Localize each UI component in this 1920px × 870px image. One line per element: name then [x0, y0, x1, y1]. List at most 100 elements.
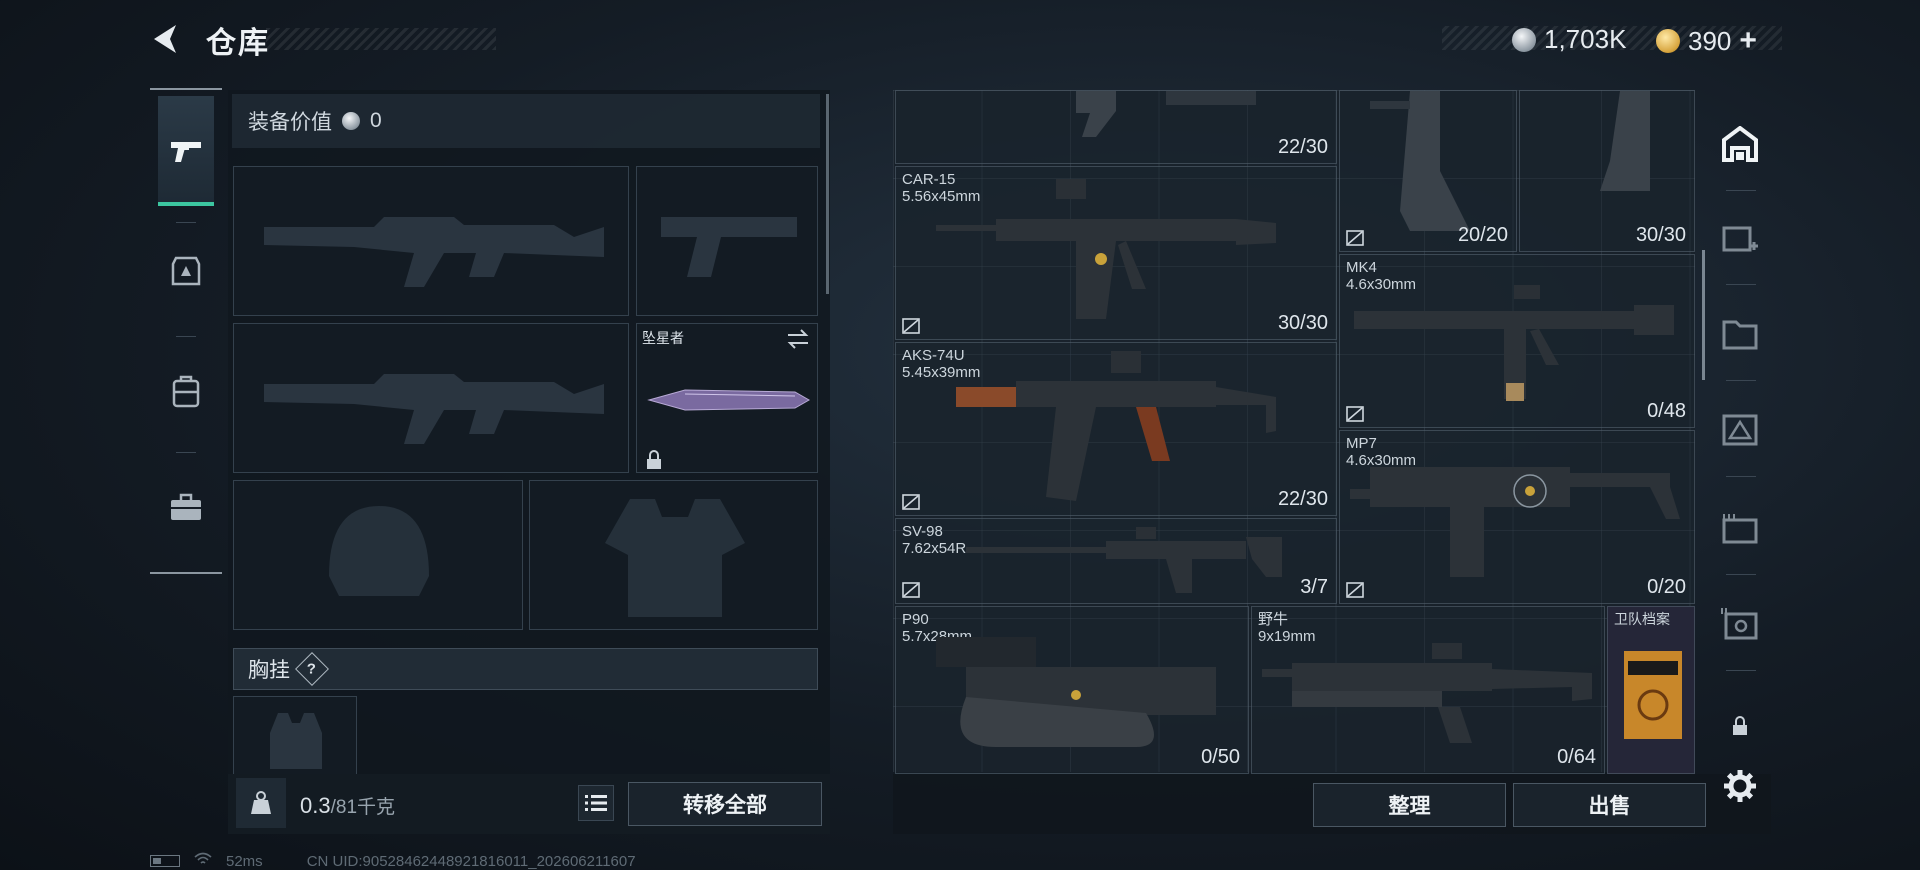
- weight-max: /81千克: [330, 797, 396, 818]
- ammo-count: 3/7: [1300, 576, 1328, 598]
- badge-icon: [902, 318, 920, 334]
- ammo-count: 0/20: [1647, 576, 1686, 598]
- loadout-scrollbar[interactable]: [826, 94, 829, 294]
- badge-icon: [902, 582, 920, 598]
- rail-top-line: [150, 88, 222, 90]
- equip-value-amount: 0: [370, 109, 382, 132]
- pistol-silhouette-icon: [661, 217, 797, 277]
- badge-icon: [1346, 406, 1364, 422]
- storage-tab-main[interactable]: [1720, 124, 1760, 164]
- item-card-dossier[interactable]: 卫队档案: [1607, 606, 1695, 774]
- melee-name: 坠星者: [642, 330, 684, 346]
- ammo-count: 22/30: [1277, 136, 1328, 158]
- dossier-image: [1624, 651, 1682, 739]
- knife-icon: [647, 389, 811, 411]
- sniper-image: [966, 527, 1282, 593]
- weapon-card-sv98[interactable]: SV-98 7.62x54R 3/7: [895, 518, 1337, 604]
- rig-silhouette-icon: [270, 713, 322, 769]
- crate-icon: [1722, 514, 1758, 544]
- ammo-count: 0/48: [1647, 400, 1686, 422]
- storage-tab-5[interactable]: [1720, 508, 1760, 548]
- chest-rig-header: 胸挂 ?: [233, 648, 818, 690]
- carbine-image: [936, 179, 1276, 319]
- transfer-all-button[interactable]: 转移全部: [628, 782, 822, 826]
- equip-value-bar: 装备价值 0: [232, 94, 820, 148]
- back-arrow-icon: [154, 25, 176, 53]
- bizon-image: [1262, 643, 1592, 743]
- weapon-card-car15[interactable]: CAR-15 5.56x45mm 30/30: [895, 166, 1337, 340]
- column-separator: [1726, 190, 1756, 191]
- folder-icon: [1722, 320, 1758, 350]
- rifle-image: [1354, 285, 1674, 401]
- weapon-image: [1076, 91, 1256, 137]
- ammo-count: 0/64: [1557, 746, 1596, 768]
- weapon-card-bizon[interactable]: 野牛 9x19mm 0/64: [1251, 606, 1605, 774]
- weapon-caliber: 7.62x54R: [902, 540, 967, 557]
- gold-currency[interactable]: 390 +: [1656, 24, 1757, 58]
- ammo-count: 20/20: [1457, 224, 1508, 246]
- player-uid: CN UID:90528462448921816011_202606211607: [306, 852, 636, 870]
- weapon-name: MP7: [1346, 435, 1377, 452]
- warehouse-icon: [1722, 126, 1758, 162]
- tab-backpack[interactable]: [150, 336, 222, 446]
- wifi-icon: [194, 852, 212, 870]
- backpack-icon: [172, 375, 200, 408]
- settings-button[interactable]: [1720, 766, 1760, 806]
- storage-tab-6[interactable]: [1720, 604, 1760, 644]
- ping: 52ms: [226, 852, 263, 870]
- weapon-card-mk4[interactable]: MK4 4.6x30mm 0/48: [1339, 254, 1695, 428]
- sell-button[interactable]: 出售: [1513, 783, 1706, 827]
- silver-amount: 1,703K: [1544, 24, 1627, 54]
- tab-armor[interactable]: [150, 216, 222, 326]
- gold-coin-icon: [1656, 29, 1680, 53]
- storage-tab-2[interactable]: [1720, 218, 1760, 258]
- vest-slot[interactable]: [529, 480, 818, 630]
- list-icon: [585, 795, 607, 811]
- back-button[interactable]: [150, 22, 184, 56]
- sort-button[interactable]: 整理: [1313, 783, 1506, 827]
- secondary-weapon-slot[interactable]: [233, 323, 629, 473]
- storage-tab-4[interactable]: [1720, 410, 1760, 450]
- weapon-name: 野牛: [1258, 611, 1289, 628]
- rifle-silhouette-icon: [264, 217, 604, 287]
- swap-icon[interactable]: [786, 328, 810, 350]
- list-view-button[interactable]: [578, 785, 614, 821]
- aks74u-image: [956, 351, 1276, 501]
- pistol-icon: [171, 142, 201, 162]
- status-line: 52ms CN UID:90528462448921816011_2026062…: [150, 852, 636, 870]
- storage-tab-3[interactable]: [1720, 314, 1760, 354]
- help-icon[interactable]: ?: [295, 652, 329, 686]
- weapon-card-mp7[interactable]: MP7 4.6x30mm 0/20: [1339, 430, 1695, 604]
- weight-icon: [236, 778, 286, 828]
- weapon-card-p90[interactable]: P90 5.7x28mm 0/50: [895, 606, 1249, 774]
- add-currency-button[interactable]: +: [1739, 24, 1757, 58]
- column-separator: [1726, 670, 1756, 671]
- tab-briefcase[interactable]: [150, 452, 222, 562]
- badge-icon: [1346, 582, 1364, 598]
- chest-rig-slot[interactable]: [233, 696, 357, 776]
- storage-tab-locked: [1720, 706, 1760, 746]
- badge-icon: [1346, 230, 1364, 246]
- briefcase-icon: [171, 493, 201, 520]
- armor-icon: [171, 256, 201, 286]
- column-separator: [1726, 574, 1756, 575]
- rail-bottom-line: [150, 572, 222, 574]
- weapon-card[interactable]: 22/30: [895, 90, 1337, 164]
- weapon-card[interactable]: 30/30: [1519, 90, 1695, 252]
- primary-weapon-slot[interactable]: [233, 166, 629, 316]
- weapon-name: P90: [902, 611, 929, 628]
- tab-weapons[interactable]: [150, 96, 222, 206]
- weapon-card[interactable]: 20/20: [1339, 90, 1517, 252]
- weapon-card-aks74u[interactable]: AKS-74U 5.45x39mm 22/30: [895, 342, 1337, 516]
- helmet-slot[interactable]: [233, 480, 523, 630]
- weapon-name: MK4: [1346, 259, 1377, 276]
- storage-scrollbar[interactable]: [1702, 250, 1705, 380]
- silver-coin-icon: [1512, 27, 1536, 52]
- add-storage-icon: [1722, 226, 1758, 252]
- badge-icon: [902, 494, 920, 510]
- column-separator: [1726, 380, 1756, 381]
- pistol-slot[interactable]: [636, 166, 818, 316]
- helmet-silhouette-icon: [329, 506, 429, 596]
- rifle-silhouette-icon: [264, 374, 604, 444]
- gear-icon: [1724, 770, 1756, 802]
